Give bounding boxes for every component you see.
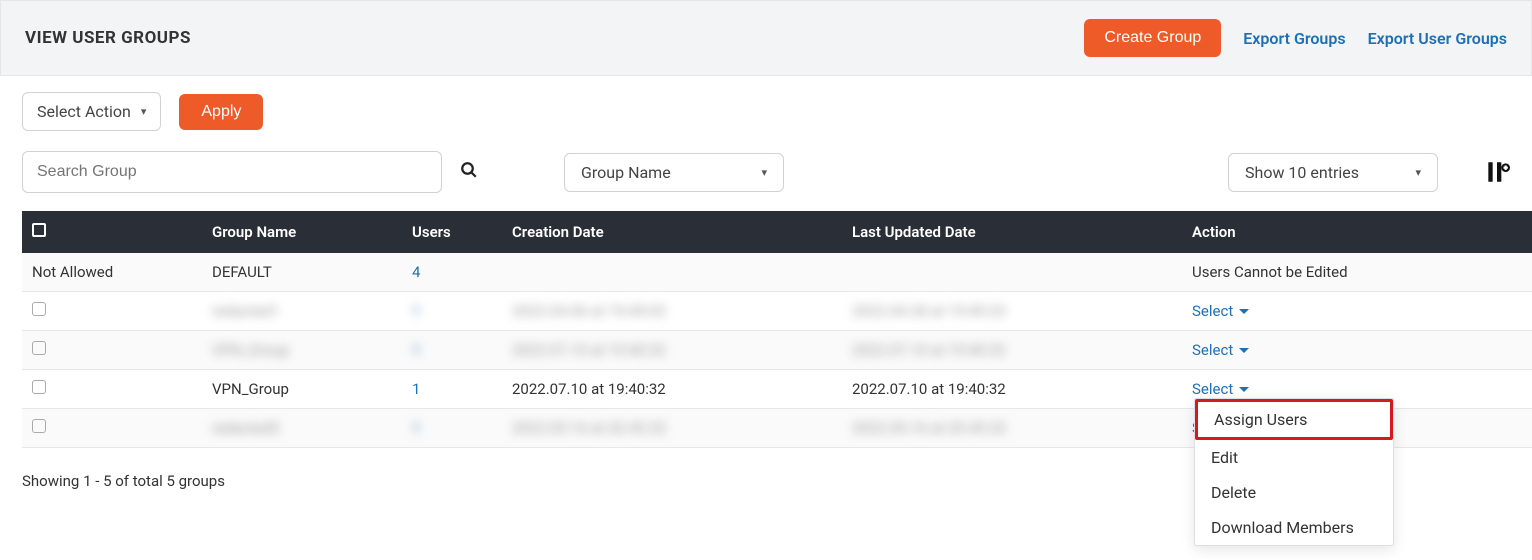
cell-group-name: redacted5	[202, 409, 402, 448]
table-header-row: Group Name Users Creation Date Last Upda…	[22, 211, 1532, 253]
page-title: VIEW USER GROUPS	[25, 28, 191, 48]
table-row: VPN_Group 1 2022.07.10 at 19:40:322022.07.…	[22, 331, 1532, 370]
cell-updated-date	[842, 253, 1182, 292]
row-action-label: Select	[1192, 341, 1233, 359]
cell-creation-date: 2022.07.10 at 19:40:32	[502, 370, 842, 409]
caret-down-icon	[1239, 309, 1249, 314]
col-users: Users	[402, 211, 502, 253]
groups-table: Group Name Users Creation Date Last Upda…	[22, 211, 1532, 448]
dropdown-item-delete[interactable]: Delete	[1195, 475, 1393, 510]
action-dropdown: Assign UsersEditDeleteDownload Members	[1194, 398, 1394, 546]
table-row: VPN_Group 1 2022.07.10 at 19:40:322022.07.…	[22, 370, 1532, 409]
search-input[interactable]	[22, 151, 442, 193]
dropdown-item-edit[interactable]: Edit	[1195, 440, 1393, 475]
group-name-filter[interactable]: Group Name ▾	[564, 153, 784, 192]
page-header: VIEW USER GROUPS Create Group Export Gro…	[0, 0, 1532, 76]
column-settings-icon[interactable]	[1484, 159, 1510, 185]
cell-updated-date: 2022.04.28 at 19:49:23	[842, 292, 1182, 331]
row-checkbox[interactable]	[32, 380, 46, 394]
cell-group-name: DEFAULT	[202, 253, 402, 292]
row-checkbox[interactable]	[32, 419, 46, 433]
cell-creation-date: 2022.05.16 at 20.45.32	[502, 409, 842, 448]
filter-row: Group Name ▾ Show 10 entries ▾	[0, 131, 1532, 211]
row-action-select[interactable]: Select	[1192, 380, 1249, 398]
header-actions: Create Group Export Groups Export User G…	[1084, 19, 1507, 57]
dropdown-item-assign[interactable]: Assign Users	[1195, 399, 1393, 440]
group-name-filter-label: Group Name	[581, 163, 671, 182]
users-count-link[interactable]: 1	[412, 380, 420, 398]
row-checkbox[interactable]	[32, 341, 46, 355]
cell-action-text: Users Cannot be Edited	[1182, 253, 1532, 292]
select-all-checkbox[interactable]	[32, 223, 46, 237]
chevron-down-icon: ▾	[141, 105, 147, 118]
apply-button[interactable]: Apply	[179, 94, 263, 130]
chevron-down-icon: ▾	[1415, 166, 1421, 179]
cell-group-name: redacted1	[202, 292, 402, 331]
chevron-down-icon: ▾	[761, 166, 767, 179]
users-count-link[interactable]: 4	[412, 263, 420, 281]
cell-updated-date: 2022.07.10 at 19:40:32	[842, 331, 1182, 370]
create-group-button[interactable]: Create Group	[1084, 19, 1221, 57]
entries-filter[interactable]: Show 10 entries ▾	[1228, 153, 1438, 192]
cell-group-name: VPN_Group	[202, 370, 402, 409]
col-creation-date: Creation Date	[502, 211, 842, 253]
row-check-text: Not Allowed	[22, 253, 202, 292]
cell-updated-date: 2022.05.16 at 20.45.32	[842, 409, 1182, 448]
search-icon[interactable]	[460, 161, 478, 184]
bulk-action-toolbar: Select Action ▾ Apply	[0, 76, 1532, 131]
row-checkbox[interactable]	[32, 302, 46, 316]
row-action-select[interactable]: Select	[1192, 341, 1249, 359]
cell-creation-date: 2022.07.10 at 19:40:32	[502, 331, 842, 370]
col-group-name: Group Name	[202, 211, 402, 253]
col-updated-date: Last Updated Date	[842, 211, 1182, 253]
table-row: Not AllowedDEFAULT 4 Users Cannot be Edite…	[22, 253, 1532, 292]
col-action: Action	[1182, 211, 1532, 253]
caret-down-icon	[1239, 387, 1249, 392]
cell-updated-date: 2022.07.10 at 19:40:32	[842, 370, 1182, 409]
caret-down-icon	[1239, 348, 1249, 353]
select-action-label: Select Action	[37, 102, 131, 121]
export-groups-link[interactable]: Export Groups	[1243, 29, 1345, 48]
export-user-groups-link[interactable]: Export User Groups	[1368, 29, 1507, 48]
users-count-link[interactable]: 1	[412, 302, 420, 320]
users-count-link[interactable]: 1	[412, 419, 420, 437]
row-action-label: Select	[1192, 302, 1233, 320]
dropdown-item-download[interactable]: Download Members	[1195, 510, 1393, 545]
users-count-link[interactable]: 1	[412, 341, 420, 359]
cell-group-name: VPN_Group	[202, 331, 402, 370]
cell-creation-date: 2022.04.06 at 19:49:03	[502, 292, 842, 331]
cell-creation-date	[502, 253, 842, 292]
entries-filter-label: Show 10 entries	[1245, 163, 1359, 182]
table-row: redacted1 1 2022.04.06 at 19:49:032022.04.…	[22, 292, 1532, 331]
row-action-select[interactable]: Select	[1192, 302, 1249, 320]
row-action-label: Select	[1192, 380, 1233, 398]
select-action-dropdown[interactable]: Select Action ▾	[22, 92, 161, 131]
